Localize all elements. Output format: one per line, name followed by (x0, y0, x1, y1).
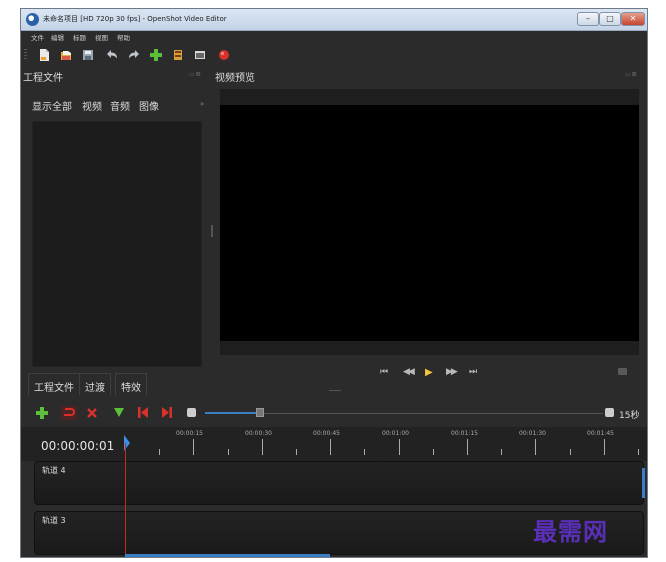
zoom-out-icon[interactable] (187, 408, 196, 417)
profile-icon[interactable] (171, 48, 185, 62)
video-preview-dock-controls[interactable]: ▭⊠ (625, 71, 638, 78)
ruler-tick (227, 449, 229, 455)
add-marker-icon[interactable] (114, 408, 124, 417)
timeline-ruler[interactable]: 00:00:00:01 00:00:15 00:00:30 00:00:45 0… (21, 427, 647, 461)
rewind-button[interactable]: ◀◀ (403, 367, 415, 377)
ruler-tick (364, 449, 366, 455)
zoom-slider-fill (205, 412, 259, 414)
filter-image[interactable]: 图像 (139, 98, 159, 113)
ruler-tick (398, 439, 400, 455)
zoom-slider-track[interactable] (205, 413, 603, 414)
jump-end-button[interactable]: ⏭ (469, 367, 477, 377)
snapping-magnet-icon[interactable] (61, 406, 77, 420)
video-preview-title: 视频预览 (215, 73, 255, 84)
menu-file[interactable]: 文件 (31, 32, 44, 42)
preview-letterbox-bottom (220, 341, 639, 355)
undo-icon[interactable] (105, 48, 119, 62)
ruler-tick (638, 449, 639, 455)
razor-icon[interactable] (87, 408, 97, 418)
minimize-button[interactable]: – (577, 12, 599, 26)
export-video-icon[interactable] (217, 48, 231, 62)
timeline-horizontal-scrollbar[interactable] (125, 554, 330, 557)
previous-marker-icon[interactable] (138, 407, 148, 418)
player-controls: ⏮ ◀◀ ▶ ▶▶ ⏭ (220, 365, 639, 383)
add-track-icon[interactable] (36, 407, 48, 419)
redo-icon[interactable] (127, 48, 141, 62)
playhead-line (125, 443, 126, 557)
zoom-level-label: 15秒 (619, 411, 640, 421)
jump-start-button[interactable]: ⏮ (380, 367, 388, 377)
menu-help[interactable]: 帮助 (117, 32, 130, 42)
project-files-dock-controls[interactable]: ▭⊠ (189, 71, 202, 78)
tab-transitions[interactable]: 过渡 (79, 373, 111, 395)
video-preview-screen[interactable] (220, 105, 639, 341)
track-name: 轨道 3 (42, 516, 66, 525)
ruler-label: 00:01:15 (451, 430, 478, 437)
panel-splitter-handle[interactable] (211, 225, 213, 237)
preview-letterbox-top (220, 89, 639, 105)
ruler-label: 00:00:45 (313, 430, 340, 437)
ruler-tick (330, 439, 332, 455)
ruler-label: 00:00:30 (245, 430, 272, 437)
track-scroll-indicator (642, 468, 645, 498)
project-files-list[interactable] (32, 121, 202, 367)
close-button[interactable]: ✕ (621, 12, 645, 26)
new-project-icon[interactable] (37, 48, 51, 62)
timecode-display: 00:00:00:01 (41, 439, 115, 453)
dock-resize-handle[interactable] (329, 390, 341, 391)
zoom-in-icon[interactable] (605, 408, 614, 417)
ruler-label: 00:01:45 (587, 430, 614, 437)
ruler-label: 00:01:00 (382, 430, 409, 437)
main-toolbar (21, 43, 647, 67)
zoom-slider-handle[interactable] (256, 408, 264, 417)
menu-view[interactable]: 视图 (95, 32, 108, 42)
ruler-tick (432, 449, 434, 455)
filter-video[interactable]: 视频 (82, 98, 102, 113)
project-files-title: 工程文件 (23, 73, 63, 84)
timeline-toolbar: 15秒 (21, 403, 647, 425)
ruler-tick (501, 449, 503, 455)
ruler-tick (569, 449, 571, 455)
title-bar[interactable]: 未命名项目 [HD 720p 30 fps] - OpenShot Video … (21, 9, 647, 31)
filter-show-all[interactable]: 显示全部 (32, 98, 72, 113)
save-project-icon[interactable] (81, 48, 95, 62)
ruler-tick (467, 439, 468, 455)
ruler-tick (193, 439, 195, 455)
maximize-button[interactable]: □ (599, 12, 621, 26)
ruler-tick (296, 449, 297, 455)
openshot-logo-icon (26, 13, 39, 26)
ruler-tick (603, 439, 605, 455)
filter-more-chevron-icon[interactable]: » (200, 100, 204, 108)
fullscreen-icon[interactable] (193, 48, 207, 62)
menu-title[interactable]: 标题 (73, 32, 86, 42)
camera-icon[interactable] (618, 368, 627, 375)
ruler-label: 00:01:30 (519, 430, 546, 437)
ruler-tick (261, 439, 263, 455)
tab-effects[interactable]: 特效 (115, 373, 147, 395)
menu-bar: 文件 编辑 标题 视图 帮助 (21, 31, 647, 43)
import-files-icon[interactable] (149, 48, 163, 62)
track-name: 轨道 4 (42, 466, 66, 475)
open-project-icon[interactable] (59, 48, 73, 62)
filter-audio[interactable]: 音频 (110, 98, 130, 113)
window-title: 未命名项目 [HD 720p 30 fps] - OpenShot Video … (43, 15, 227, 23)
ruler-tick (159, 449, 161, 455)
tab-project-files[interactable]: 工程文件 (28, 373, 80, 395)
watermark-logo: 最需网 (533, 517, 608, 546)
toolbar-grip[interactable] (24, 49, 27, 61)
ruler-label: 00:00:15 (176, 430, 203, 437)
openshot-window: 未命名项目 [HD 720p 30 fps] - OpenShot Video … (20, 8, 648, 558)
play-button[interactable]: ▶ (425, 367, 433, 378)
next-marker-icon[interactable] (162, 407, 172, 418)
project-files-filter-bar: 显示全部 视频 音频 图像 » (28, 93, 206, 119)
menu-edit[interactable]: 编辑 (51, 32, 64, 42)
ruler-tick (535, 439, 537, 455)
fast-forward-button[interactable]: ▶▶ (446, 367, 458, 377)
